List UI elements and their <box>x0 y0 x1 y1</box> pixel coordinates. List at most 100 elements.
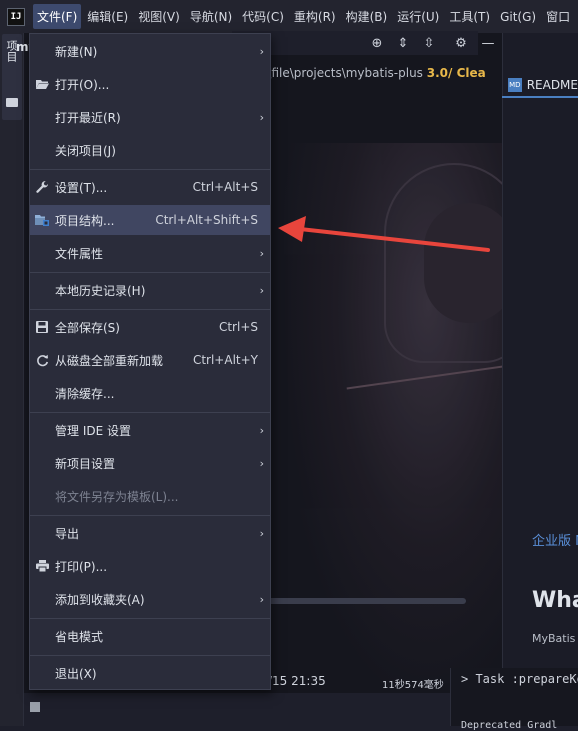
chevron-right-icon: › <box>259 423 264 437</box>
menu-separator <box>30 618 270 619</box>
menu-git[interactable]: Git(G) <box>496 6 540 28</box>
menu-item-label: 本地历史记录(H) <box>55 283 146 298</box>
menu-item-label: 打开最近(R) <box>55 110 121 125</box>
menu-item-label: 新项目设置 <box>55 456 116 471</box>
chevron-right-icon: › <box>259 283 264 297</box>
menu-code[interactable]: 代码(C) <box>238 4 288 29</box>
menu-bar: IJ 文件(F) 编辑(E) 视图(V) 导航(N) 代码(C) 重构(R) 构… <box>0 0 578 33</box>
menu-item-label: 新建(N) <box>55 44 98 59</box>
expand-all-icon[interactable]: ⇕ <box>395 36 411 52</box>
menu-item-settings[interactable]: 设置(T)... Ctrl+Alt+S <box>30 172 270 202</box>
chevron-right-icon: › <box>259 110 264 124</box>
menu-item-shortcut: Ctrl+Alt+Y <box>192 353 258 367</box>
menu-item-invalidate-caches[interactable]: 清除缓存... <box>30 378 270 408</box>
menu-separator <box>30 169 270 170</box>
chevron-right-icon: › <box>259 456 264 470</box>
menu-item-reload-from-disk[interactable]: 从磁盘全部重新加载 Ctrl+Alt+Y <box>30 345 270 375</box>
menu-item-project-structure[interactable]: 项目结构... Ctrl+Alt+Shift+S <box>30 205 270 235</box>
folder-icon <box>6 98 18 107</box>
menu-tools[interactable]: 工具(T) <box>445 4 494 29</box>
chevron-right-icon: › <box>259 246 264 260</box>
path-version: 3.0 <box>426 66 449 80</box>
menu-item-label: 管理 IDE 设置 <box>55 423 131 438</box>
menu-item-export[interactable]: 导出 › <box>30 518 270 548</box>
chevron-right-icon: › <box>259 592 264 606</box>
console-line: > Task :prepareKo <box>461 672 578 686</box>
chevron-right-icon: › <box>259 526 264 540</box>
path-prefix: - D:\file\projects\mybatis-plus <box>246 66 423 80</box>
wrench-icon <box>35 180 49 194</box>
menu-navigate[interactable]: 导航(N) <box>186 4 236 29</box>
menu-item-shortcut: Ctrl+Alt+S <box>192 180 258 194</box>
menu-separator <box>30 515 270 516</box>
menu-item-new[interactable]: 新建(N) › <box>30 36 270 66</box>
readme-tab-label: README <box>526 78 578 92</box>
menu-item-open-recent[interactable]: 打开最近(R) › <box>30 102 270 132</box>
stop-icon[interactable] <box>30 702 40 712</box>
artwork-collar <box>346 359 502 507</box>
menu-separator <box>30 655 270 656</box>
build-output-console[interactable]: > Task :prepareKo Deprecated Gradl <box>450 668 578 731</box>
build-duration: 11秒574毫秒 <box>382 680 444 691</box>
active-tab-indicator <box>502 96 578 98</box>
readme-heading: Wha <box>532 588 578 613</box>
menu-item-open[interactable]: 打开(O)... <box>30 69 270 99</box>
print-icon <box>35 559 49 573</box>
menu-item-label: 文件属性 <box>55 246 104 261</box>
menu-item-close-project[interactable]: 关闭项目(J) <box>30 135 270 165</box>
menu-item-save-as-template: 将文件另存为模板(L)... <box>30 481 270 511</box>
menu-item-label: 打开(O)... <box>55 77 110 92</box>
gear-icon[interactable]: ⚙ <box>453 36 469 52</box>
locate-icon[interactable]: ⊕ <box>369 36 385 52</box>
menu-view[interactable]: 视图(V) <box>134 4 184 29</box>
menu-item-label: 设置(T)... <box>55 180 108 195</box>
menu-build[interactable]: 构建(B) <box>342 4 392 29</box>
markdown-icon: MD <box>508 78 522 92</box>
enterprise-link[interactable]: 企业版 M <box>532 530 578 549</box>
menu-window[interactable]: 窗口 <box>542 4 574 29</box>
project-structure-icon <box>35 213 49 227</box>
menu-item-shortcut: Ctrl+S <box>218 320 258 334</box>
menu-item-label: 从磁盘全部重新加载 <box>55 353 164 368</box>
menu-item-label: 添加到收藏夹(A) <box>55 592 145 607</box>
menu-separator <box>30 272 270 273</box>
menu-item-label: 将文件另存为模板(L)... <box>55 489 179 504</box>
menu-item-local-history[interactable]: 本地历史记录(H) › <box>30 275 270 305</box>
collapse-all-icon[interactable]: ⇳ <box>421 36 437 52</box>
readme-subtext: MyBatis <box>532 632 576 645</box>
menu-item-save-all[interactable]: 全部保存(S) Ctrl+S <box>30 312 270 342</box>
horizontal-scrollbar[interactable] <box>246 598 466 604</box>
artwork-face <box>424 203 502 323</box>
menu-refactor[interactable]: 重构(R) <box>290 4 340 29</box>
menu-item-print[interactable]: 打印(P)... <box>30 551 270 581</box>
menu-file[interactable]: 文件(F) <box>33 4 82 29</box>
menu-edit[interactable]: 编辑(E) <box>83 4 132 29</box>
path-suffix: / Clea <box>448 66 486 80</box>
menu-item-label: 打印(P)... <box>55 559 108 574</box>
intellij-logo-icon[interactable]: IJ <box>7 7 25 26</box>
menu-item-file-properties[interactable]: 文件属性 › <box>30 238 270 268</box>
readme-panel <box>502 33 578 673</box>
menu-item-power-save-mode[interactable]: 省电模式 <box>30 621 270 651</box>
menu-separator <box>30 412 270 413</box>
chevron-right-icon: › <box>259 44 264 58</box>
menu-item-label: 全部保存(S) <box>55 320 120 335</box>
reload-icon <box>35 353 49 367</box>
menu-item-label: 导出 <box>55 526 80 541</box>
menu-item-label: 关闭项目(J) <box>55 143 116 158</box>
menu-item-manage-ide-settings[interactable]: 管理 IDE 设置 › <box>30 415 270 445</box>
menu-item-label: 清除缓存... <box>55 386 115 401</box>
tab-readme[interactable]: MD README <box>508 74 578 96</box>
menu-item-label: 退出(X) <box>55 666 97 681</box>
minimize-icon[interactable]: — <box>480 36 496 52</box>
menu-item-exit[interactable]: 退出(X) <box>30 658 270 688</box>
left-tool-strip <box>0 33 24 726</box>
menu-run[interactable]: 运行(U) <box>393 4 443 29</box>
menu-separator <box>30 309 270 310</box>
menu-item-new-project-settings[interactable]: 新项目设置 › <box>30 448 270 478</box>
build-timestamp: /15 21:35 <box>268 674 326 688</box>
menu-item-add-to-favorites[interactable]: 添加到收藏夹(A) › <box>30 584 270 614</box>
project-path: - D:\file\projects\mybatis-plus 3.0/ Cle… <box>246 66 486 80</box>
menu-item-label: 省电模式 <box>55 629 104 644</box>
menu-item-shortcut: Ctrl+Alt+Shift+S <box>155 213 258 227</box>
